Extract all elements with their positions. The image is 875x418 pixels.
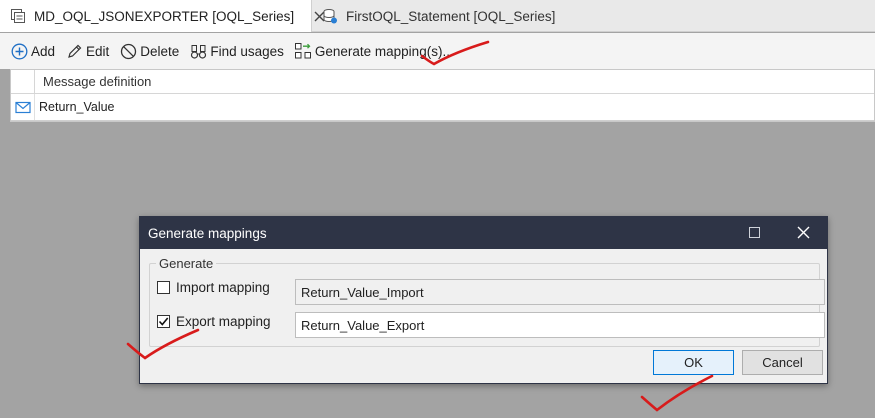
tab-label: FirstOQL_Statement [OQL_Series] bbox=[346, 8, 556, 24]
import-mapping-name-field[interactable] bbox=[295, 279, 825, 305]
generate-mappings-dialog: Generate mappings Generate Import mappin… bbox=[139, 216, 828, 384]
database-icon bbox=[322, 8, 338, 24]
add-label: Add bbox=[31, 43, 56, 59]
binoculars-icon bbox=[189, 42, 207, 60]
tab-label: MD_OQL_JSONEXPORTER [OQL_Series] bbox=[34, 8, 295, 24]
find-usages-label: Find usages bbox=[210, 43, 284, 59]
generate-mappings-label: Generate mapping(s)... bbox=[314, 43, 454, 59]
pencil-icon bbox=[65, 42, 83, 60]
delete-button[interactable]: Delete bbox=[119, 42, 179, 60]
edit-button[interactable]: Edit bbox=[65, 42, 109, 60]
column-header-message-definition[interactable]: Message definition bbox=[35, 74, 151, 89]
envelope-icon bbox=[11, 94, 35, 120]
export-mapping-option[interactable]: Export mapping bbox=[157, 314, 271, 329]
dialog-title: Generate mappings bbox=[148, 225, 267, 241]
tab-md-oql-jsonexporter[interactable]: MD_OQL_JSONEXPORTER [OQL_Series] bbox=[0, 0, 325, 32]
grid-header-gutter bbox=[11, 70, 35, 93]
import-mapping-label: Import mapping bbox=[176, 280, 270, 295]
find-usages-button[interactable]: Find usages bbox=[189, 42, 284, 60]
maximize-icon[interactable] bbox=[749, 227, 760, 238]
dialog-title-bar[interactable]: Generate mappings bbox=[140, 217, 827, 249]
group-label: Generate bbox=[156, 256, 217, 271]
generate-mappings-icon bbox=[294, 42, 312, 60]
table-row[interactable]: Return_Value bbox=[11, 94, 874, 121]
import-mapping-option[interactable]: Import mapping bbox=[157, 280, 270, 295]
add-circle-icon bbox=[10, 42, 28, 60]
document-tab-strip: MD_OQL_JSONEXPORTER [OQL_Series] FirstOQ… bbox=[0, 0, 875, 32]
message-definitions-icon bbox=[10, 8, 26, 24]
grid-header: Message definition bbox=[11, 70, 874, 94]
export-mapping-checkbox[interactable] bbox=[157, 315, 170, 328]
add-button[interactable]: Add bbox=[10, 42, 55, 60]
toolbar: Add Edit Delete Find usages Generate map… bbox=[0, 33, 875, 69]
generate-group: Generate Import mapping Export mapping bbox=[149, 256, 825, 347]
row-message-name: Return_Value bbox=[39, 100, 115, 114]
prohibited-delete-icon bbox=[119, 42, 137, 60]
export-mapping-label: Export mapping bbox=[176, 314, 271, 329]
checkmark-icon bbox=[158, 317, 169, 326]
cancel-button[interactable]: Cancel bbox=[742, 350, 823, 375]
export-mapping-name-field[interactable] bbox=[295, 312, 825, 338]
tab-firstoql-statement[interactable]: FirstOQL_Statement [OQL_Series] bbox=[312, 0, 556, 32]
close-icon[interactable] bbox=[796, 225, 810, 239]
edit-label: Edit bbox=[86, 43, 110, 59]
ok-button[interactable]: OK bbox=[653, 350, 734, 375]
delete-label: Delete bbox=[140, 43, 180, 59]
import-mapping-checkbox[interactable] bbox=[157, 281, 170, 294]
message-definitions-grid: Message definition Return_Value bbox=[10, 69, 875, 122]
generate-mappings-button[interactable]: Generate mapping(s)... bbox=[294, 42, 454, 60]
